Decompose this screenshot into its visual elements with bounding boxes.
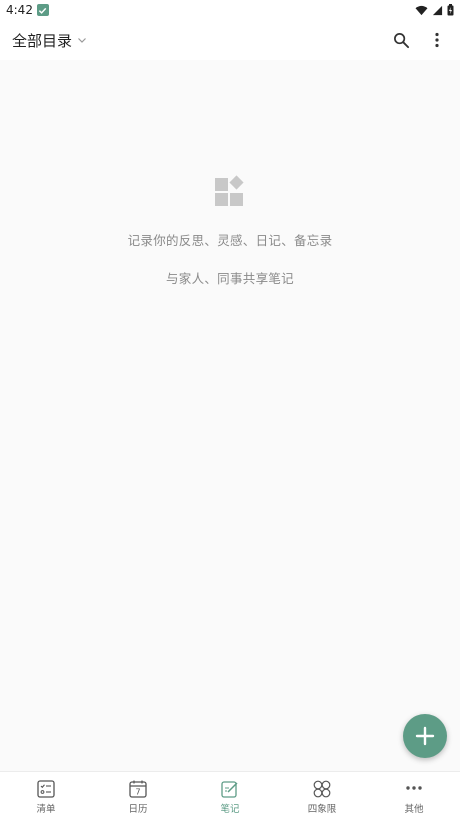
nav-label-four-quadrant: 四象限: [307, 804, 337, 815]
directory-selector[interactable]: 全部目录: [12, 30, 88, 51]
empty-state: 记录你的反思、灵感、日记、备忘录 与家人、同事共享笔记: [0, 174, 460, 287]
nav-label-calendar: 日历: [128, 804, 148, 815]
add-note-button[interactable]: [403, 714, 447, 758]
status-icons: [415, 4, 454, 16]
bottom-navigation: 清单 7 日历 笔记 四象限 其他: [0, 771, 460, 818]
calendar-day-number: 7: [135, 788, 140, 797]
cell-signal-icon: [432, 5, 443, 15]
more-horizontal-icon: [406, 786, 422, 790]
nav-item-checklist[interactable]: 清单: [0, 772, 92, 818]
page-title: 全部目录: [12, 31, 73, 50]
empty-state-share-hint: 与家人、同事共享笔记: [165, 271, 294, 286]
more-vertical-icon: [435, 32, 439, 48]
top-app-bar: 全部目录: [0, 20, 460, 60]
nav-label-notes: 笔记: [220, 804, 240, 815]
nav-label-checklist: 清单: [36, 804, 56, 815]
more-options-button[interactable]: [426, 29, 448, 51]
empty-state-description: 记录你的反思、灵感、日记、备忘录: [127, 233, 333, 248]
status-time: 4:42: [6, 3, 33, 17]
widgets-icon: [215, 175, 244, 206]
calendar-icon: 7: [129, 780, 147, 798]
app-screen: 4:42 全部目录 记录你的反思、灵感、日记、备忘录 与家人、同事共享笔记 清单…: [0, 0, 460, 818]
notification-check-icon: [36, 4, 49, 16]
nav-item-calendar[interactable]: 7 日历: [92, 772, 184, 818]
four-quadrant-icon: [313, 780, 331, 798]
nav-item-four-quadrant[interactable]: 四象限: [276, 772, 368, 818]
search-button[interactable]: [390, 29, 412, 51]
nav-item-more[interactable]: 其他: [368, 772, 460, 818]
checklist-icon: [37, 780, 55, 798]
plus-icon: [415, 726, 435, 746]
wifi-icon: [415, 5, 428, 15]
header-actions: [390, 29, 448, 51]
note-edit-icon: [221, 781, 238, 798]
chevron-down-icon: [78, 38, 86, 43]
nav-label-more: 其他: [404, 804, 424, 815]
battery-icon: [447, 4, 454, 16]
status-bar: 4:42: [0, 0, 460, 20]
search-icon: [393, 32, 409, 48]
nav-item-notes[interactable]: 笔记: [184, 772, 276, 818]
